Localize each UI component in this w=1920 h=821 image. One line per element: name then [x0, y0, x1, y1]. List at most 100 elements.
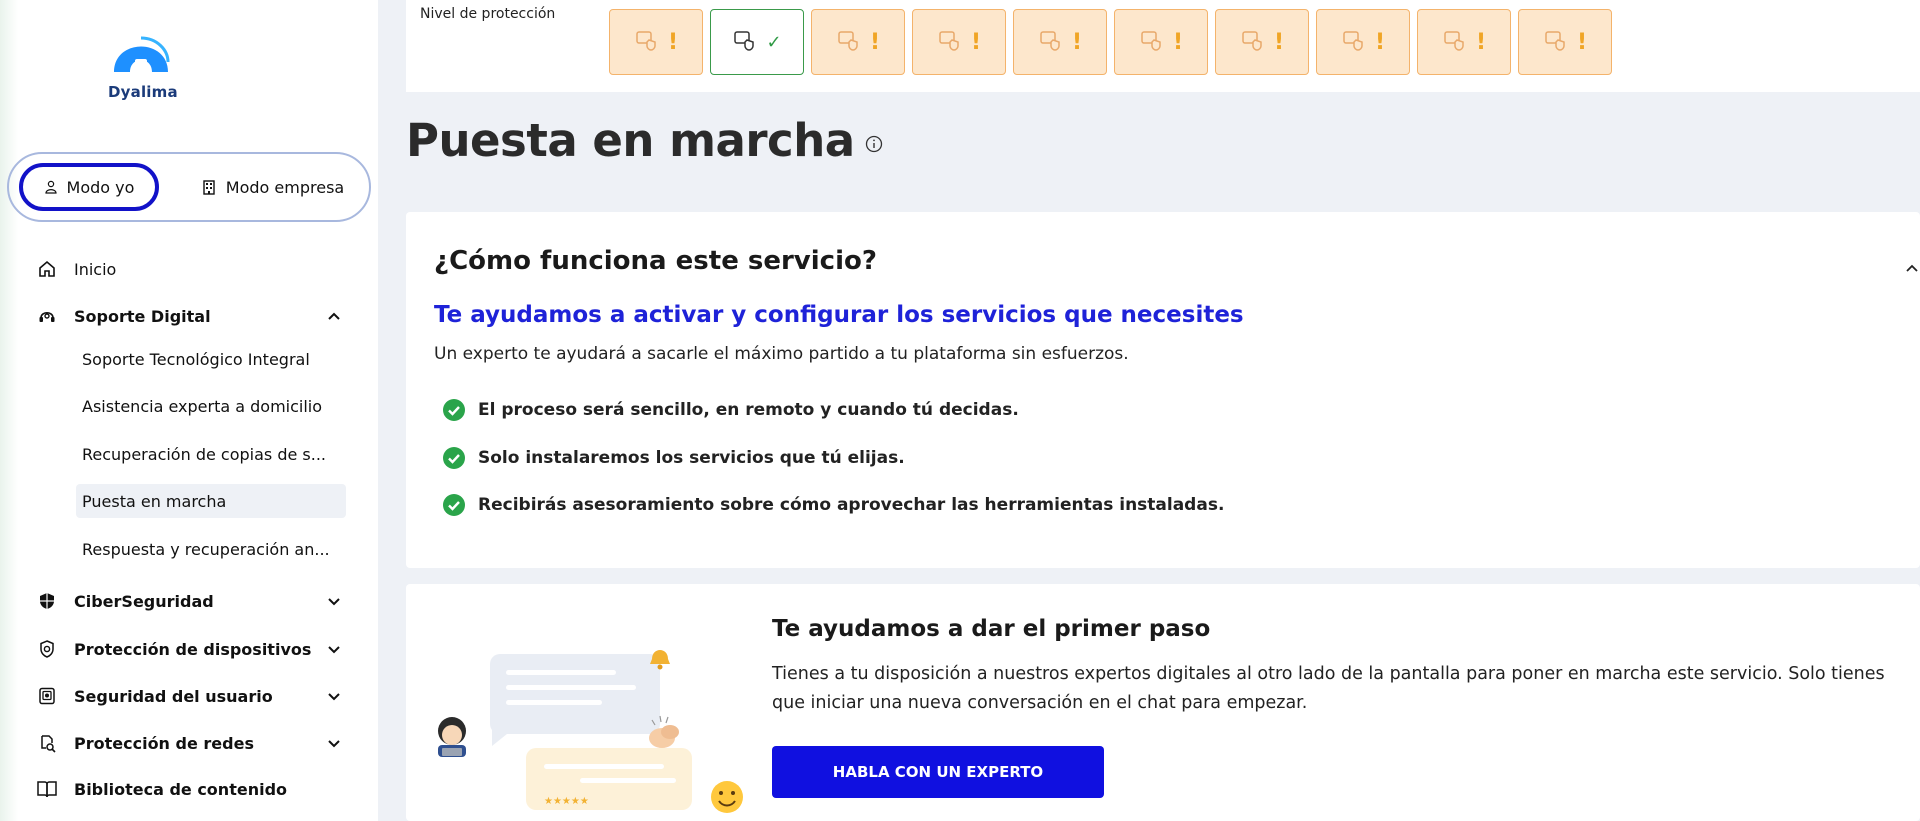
sidebar-subitem-soporte-tecnologico[interactable]: Soporte Tecnológico Integral [76, 342, 346, 376]
sidebar: Dyalima Modo yo Modo empresa Inicio Sopo… [0, 0, 378, 821]
sidebar-item-inicio[interactable]: Inicio [36, 254, 342, 284]
sidebar-item-label: Inicio [74, 259, 117, 279]
chevron-down-icon[interactable] [326, 735, 342, 751]
warning-mark-icon: ! [1172, 29, 1184, 55]
chevron-down-icon[interactable] [326, 593, 342, 609]
protection-item[interactable]: ! [1316, 9, 1410, 75]
sidebar-subitem-label: Asistencia experta a domicilio [82, 396, 323, 416]
mode-personal-label: Modo yo [66, 177, 135, 197]
sidebar-item-label: Protección de redes [74, 733, 254, 753]
chat-illustration: ★★★★★ [438, 650, 743, 813]
laptop-search-icon [1240, 28, 1266, 56]
mode-personal-button[interactable]: Modo yo [19, 163, 159, 211]
network-protection-icon [36, 732, 58, 754]
logo[interactable]: Dyalima [108, 28, 178, 101]
protection-item[interactable]: ! [1518, 9, 1612, 75]
check-mark-icon: ✓ [766, 31, 782, 53]
check-circle-icon [443, 494, 465, 516]
talk-to-expert-button[interactable]: HABLA CON UN EXPERTO [772, 746, 1104, 798]
protection-item[interactable]: ! [1215, 9, 1309, 75]
user-icon [44, 180, 57, 194]
warning-mark-icon: ! [1475, 29, 1487, 55]
warning-mark-icon: ! [869, 29, 881, 55]
expert-description: Tienes a tu disposición a nuestros exper… [772, 664, 1885, 713]
mode-business-label: Modo empresa [225, 177, 345, 197]
sidebar-item-label: Biblioteca de contenido [74, 779, 288, 799]
warning-mark-icon: ! [1071, 29, 1083, 55]
home-icon [36, 258, 58, 280]
sidebar-item-biblioteca[interactable]: Biblioteca de contenido [36, 774, 342, 804]
sidebar-edge [0, 0, 18, 821]
support-icon [36, 305, 58, 327]
document-lock-icon [937, 28, 963, 56]
id-card-shield-icon [732, 28, 758, 56]
protection-item[interactable]: ! [1114, 9, 1208, 75]
chevron-up-icon[interactable] [326, 308, 342, 324]
warning-mark-icon: ! [1374, 29, 1386, 55]
speed-shield-icon [634, 28, 660, 56]
how-it-works-card: ¿Cómo funciona este servicio? Te ayudamo… [406, 212, 1920, 568]
page-title: Puesta en marcha [406, 114, 855, 167]
protection-item[interactable]: ! [1013, 9, 1107, 75]
expert-card: ★★★★★ Te ayudamos a dar el primer paso T… [406, 584, 1920, 821]
book-icon [36, 778, 58, 800]
shield-icon [36, 590, 58, 612]
warning-mark-icon: ! [1273, 29, 1285, 55]
info-icon[interactable] [864, 134, 884, 154]
user-security-icon [36, 685, 58, 707]
sidebar-item-label: Soporte Digital [74, 306, 211, 326]
chevron-down-icon[interactable] [326, 641, 342, 657]
protection-level-bar: Nivel de protección ! ✓!!!!!!!! [406, 0, 1920, 92]
warning-mark-icon: ! [667, 29, 679, 55]
brand-name: Dyalima [108, 83, 178, 101]
feature-point-text: El proceso será sencillo, en remoto y cu… [478, 400, 1019, 420]
feature-point: Solo instalaremos los servicios que tú e… [442, 444, 905, 472]
feature-point-text: Solo instalaremos los servicios que tú e… [478, 448, 905, 468]
how-it-works-description: Un experto te ayudará a sacarle el máxim… [434, 344, 1129, 364]
protection-item[interactable]: ! [811, 9, 905, 75]
sidebar-item-label: CiberSeguridad [74, 591, 214, 611]
warning-mark-icon: ! [970, 29, 982, 55]
building-icon [203, 180, 215, 195]
how-it-works-subtitle: Te ayudamos a activar y configurar los s… [434, 302, 1244, 328]
sidebar-item-ciberseguridad[interactable]: CiberSeguridad [36, 586, 342, 616]
file-shield-icon [1139, 28, 1165, 56]
protection-item[interactable]: ✓ [710, 9, 804, 75]
sidebar-item-soporte-digital[interactable]: Soporte Digital [36, 301, 342, 331]
sidebar-subitem-recuperacion-copias[interactable]: Recuperación de copias de s... [76, 437, 346, 471]
check-circle-icon [443, 447, 465, 469]
protection-item[interactable]: ! [912, 9, 1006, 75]
sidebar-item-proteccion-dispositivos[interactable]: Protección de dispositivos [36, 634, 342, 664]
sidebar-subitem-label: Puesta en marcha [82, 491, 227, 511]
sidebar-item-label: Protección de dispositivos [74, 639, 312, 659]
cloud-shield-icon [836, 28, 862, 56]
svg-text:★★★★★: ★★★★★ [544, 796, 589, 807]
feature-point-text: Recibirás asesoramiento sobre cómo aprov… [478, 495, 1225, 515]
warning-mark-icon: ! [1576, 29, 1588, 55]
sidebar-subitem-label: Respuesta y recuperación an... [82, 539, 330, 559]
chevron-down-icon[interactable] [326, 688, 342, 704]
sidebar-subitem-label: Soporte Tecnológico Integral [82, 349, 310, 369]
sidebar-subitem-puesta-en-marcha[interactable]: Puesta en marcha [76, 484, 346, 518]
mode-business-button[interactable]: Modo empresa [185, 163, 360, 211]
sidebar-item-label: Seguridad del usuario [74, 686, 273, 706]
logo-icon [114, 36, 170, 72]
sidebar-subitem-respuesta-recuperacion[interactable]: Respuesta y recuperación an... [76, 532, 346, 566]
how-it-works-title: ¿Cómo funciona este servicio? [434, 246, 877, 276]
feature-point: El proceso será sencillo, en remoto y cu… [442, 396, 1019, 424]
chevron-up-icon[interactable] [1904, 260, 1920, 276]
mode-switch: Modo yo Modo empresa [7, 152, 371, 222]
protection-item[interactable]: ! [609, 9, 703, 75]
protection-item[interactable]: ! [1417, 9, 1511, 75]
smiley-icon [711, 781, 743, 813]
device-shield-icon [36, 638, 58, 660]
protection-level-label: Nivel de protección [420, 6, 556, 22]
hand-shield-icon [1038, 28, 1064, 56]
sidebar-item-seguridad-usuario[interactable]: Seguridad del usuario [36, 681, 342, 711]
person-icon [438, 717, 466, 757]
sidebar-item-proteccion-redes[interactable]: Protección de redes [36, 728, 342, 758]
router-shield-icon [1442, 28, 1468, 56]
laptop-shield-icon [1341, 28, 1367, 56]
sidebar-subitem-label: Recuperación de copias de s... [82, 444, 326, 464]
sidebar-subitem-asistencia-domicilio[interactable]: Asistencia experta a domicilio [76, 389, 346, 423]
